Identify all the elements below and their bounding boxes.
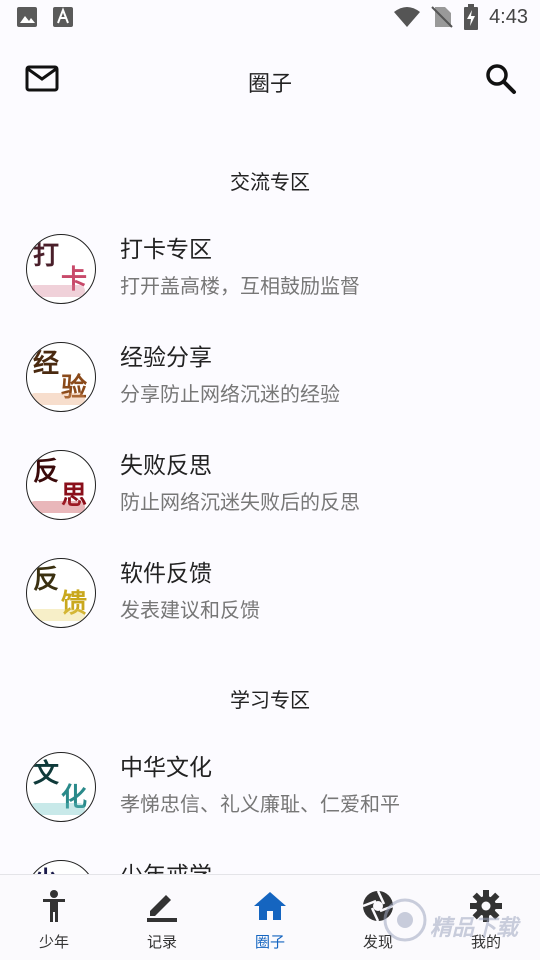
avatar-wash — [29, 609, 85, 621]
avatar-char: 反 — [33, 565, 60, 595]
nav-item-mine[interactable]: 我的 — [432, 875, 540, 960]
app-bar: 圈子 — [0, 44, 540, 114]
avatar: 打 卡 — [26, 234, 96, 304]
nav-item-youth[interactable]: 少年 — [0, 875, 108, 960]
bottom-nav: 少年 记录 圈子 发现 我的 — [0, 874, 540, 960]
item-title: 软件反馈 — [120, 561, 212, 587]
avatar-wash — [29, 501, 85, 513]
home-icon — [254, 892, 286, 920]
list-item-culture[interactable]: 文 化 中华文化 孝悌忠信、礼义廉耻、仁爱和平 — [0, 742, 540, 832]
avatar-wash — [29, 803, 85, 815]
no-sim-icon — [431, 6, 453, 28]
item-title: 打卡专区 — [120, 237, 212, 263]
status-bar: 4:43 — [0, 0, 540, 36]
aperture-icon — [362, 890, 394, 922]
app-screen: 4:43 圈子 交流专区 打 卡 打卡专区 打开盖高楼，互相鼓励监督 经 验 经… — [0, 0, 540, 960]
section-title-study: 学习专区 — [230, 688, 310, 712]
image-icon — [17, 7, 37, 27]
avatar-char: 反 — [33, 457, 60, 487]
avatar-wash — [29, 393, 85, 405]
search-button[interactable] — [484, 62, 518, 96]
item-subtitle: 防止网络沉迷失败后的反思 — [120, 490, 360, 514]
list-item-reflection[interactable]: 反 思 失败反思 防止网络沉迷失败后的反思 — [0, 440, 540, 530]
wifi-icon — [394, 7, 421, 27]
avatar: 反 馈 — [26, 558, 96, 628]
avatar: 经 验 — [26, 342, 96, 412]
nav-item-record[interactable]: 记录 — [108, 875, 216, 960]
item-subtitle: 打开盖高楼，互相鼓励监督 — [120, 274, 360, 298]
item-subtitle: 分享防止网络沉迷的经验 — [120, 382, 340, 406]
page-title: 圈子 — [247, 72, 292, 97]
list-item-checkin[interactable]: 打 卡 打卡专区 打开盖高楼，互相鼓励监督 — [0, 224, 540, 314]
avatar-char: 经 — [33, 349, 60, 379]
avatar: 文 化 — [26, 752, 96, 822]
gear-icon — [470, 890, 502, 922]
nav-label: 记录 — [146, 933, 177, 951]
battery-charging-icon — [464, 4, 479, 30]
search-icon — [486, 64, 516, 94]
avatar-wash — [29, 285, 85, 297]
text-a-icon — [53, 7, 73, 27]
item-subtitle: 孝悌忠信、礼义廉耻、仁爱和平 — [120, 792, 400, 816]
nav-label: 圈子 — [254, 933, 285, 951]
avatar: 反 思 — [26, 450, 96, 520]
nav-label: 发现 — [362, 933, 393, 951]
nav-item-circle[interactable]: 圈子 — [216, 875, 324, 960]
status-time: 4:43 — [489, 5, 528, 28]
nav-item-discover[interactable]: 发现 — [324, 875, 432, 960]
item-title: 失败反思 — [120, 453, 212, 479]
section-title-exchange: 交流专区 — [230, 170, 310, 194]
nav-label: 我的 — [470, 933, 501, 951]
item-title: 中华文化 — [120, 755, 212, 781]
nav-label: 少年 — [38, 933, 69, 951]
pen-icon — [147, 895, 177, 922]
person-icon — [43, 890, 65, 922]
list-item-feedback[interactable]: 反 馈 软件反馈 发表建议和反馈 — [0, 548, 540, 638]
list-item-experience[interactable]: 经 验 经验分享 分享防止网络沉迷的经验 — [0, 332, 540, 422]
item-title: 经验分享 — [120, 345, 212, 371]
avatar-char: 打 — [33, 241, 60, 271]
avatar-char: 文 — [33, 759, 60, 789]
item-subtitle: 发表建议和反馈 — [120, 598, 260, 622]
